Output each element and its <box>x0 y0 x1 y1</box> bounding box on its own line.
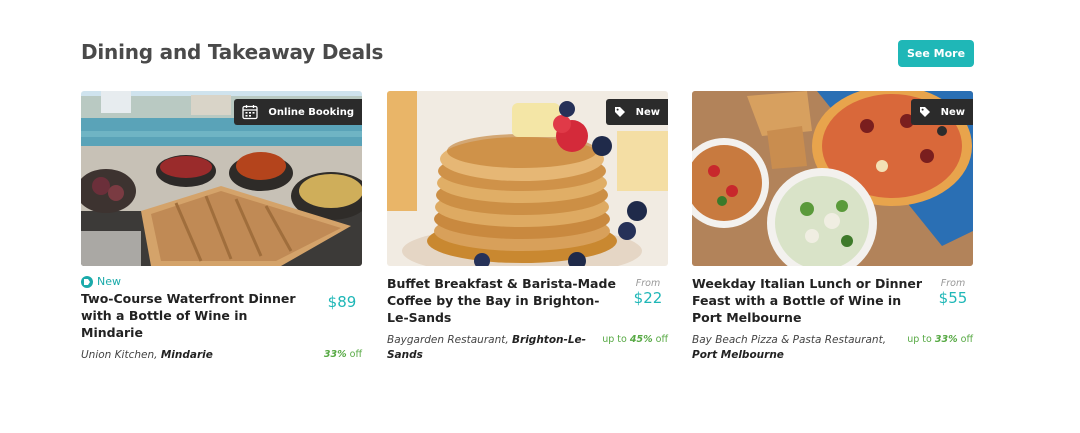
deal-price: $55 <box>938 289 968 307</box>
new-badge: New <box>605 99 668 125</box>
badge-label: New <box>635 106 660 118</box>
deal-price: $89 <box>327 293 357 311</box>
badge-label: New <box>940 106 965 118</box>
new-tag-icon <box>81 275 93 288</box>
vendor-name: Bay Beach Pizza & Pasta Restaurant, <box>692 334 887 346</box>
discount-label: 33% off <box>324 349 362 360</box>
price-box: From $55 <box>933 275 973 307</box>
deal-card[interactable]: New Buffet Breakfast & Barista-Made Coff… <box>387 91 668 363</box>
discount-percent: 45% <box>629 334 653 345</box>
online-booking-badge: Online Booking <box>234 99 362 125</box>
price-box: $89 <box>322 293 362 311</box>
vendor-info: Baygarden Restaurant, Brighton-Le-Sands <box>387 333 587 363</box>
vendor-location: Port Melbourne <box>692 349 784 361</box>
price-from-label: From <box>635 278 661 289</box>
deal-title[interactable]: Weekday Italian Lunch or Dinner Feast wi… <box>692 275 924 326</box>
deal-card[interactable]: New Weekday Italian Lunch or Dinner Feas… <box>692 91 973 363</box>
discount-suffix: off <box>960 334 973 345</box>
deal-card[interactable]: Online Booking New Two-Course Waterfront… <box>81 91 362 363</box>
badge-label: Online Booking <box>268 106 354 118</box>
section-title: Dining and Takeaway Deals <box>81 40 384 64</box>
discount-suffix: off <box>349 349 362 360</box>
new-label: New <box>97 275 121 288</box>
calendar-icon <box>242 104 259 120</box>
vendor-info: Bay Beach Pizza & Pasta Restaurant, Port… <box>692 333 892 363</box>
new-indicator: New <box>81 275 362 288</box>
deal-title[interactable]: Buffet Breakfast & Barista-Made Coffee b… <box>387 275 619 326</box>
vendor-name: Union Kitchen, <box>81 349 158 361</box>
price-from-label: From <box>940 278 966 289</box>
tag-icon <box>614 106 626 118</box>
deal-image[interactable]: Online Booking <box>81 91 362 266</box>
tag-icon <box>919 106 931 118</box>
discount-prefix: up to <box>602 334 627 345</box>
discount-percent: 33% <box>934 334 958 345</box>
discount-suffix: off <box>655 334 668 345</box>
deal-title[interactable]: Two-Course Waterfront Dinner with a Bott… <box>81 290 313 341</box>
discount-label: up to 33% off <box>907 334 973 345</box>
price-box: From $22 <box>628 275 668 307</box>
deal-price: $22 <box>633 289 663 307</box>
see-more-button[interactable]: See More <box>898 40 974 67</box>
deal-image[interactable]: New <box>692 91 973 266</box>
discount-prefix: up to <box>907 334 932 345</box>
discount-label: up to 45% off <box>602 334 668 345</box>
new-badge: New <box>910 99 973 125</box>
deal-image[interactable]: New <box>387 91 668 266</box>
vendor-name: Baygarden Restaurant, <box>387 334 509 346</box>
vendor-info: Union Kitchen, Mindarie <box>81 348 281 363</box>
vendor-location: Mindarie <box>160 349 213 361</box>
discount-percent: 33% <box>323 349 347 360</box>
